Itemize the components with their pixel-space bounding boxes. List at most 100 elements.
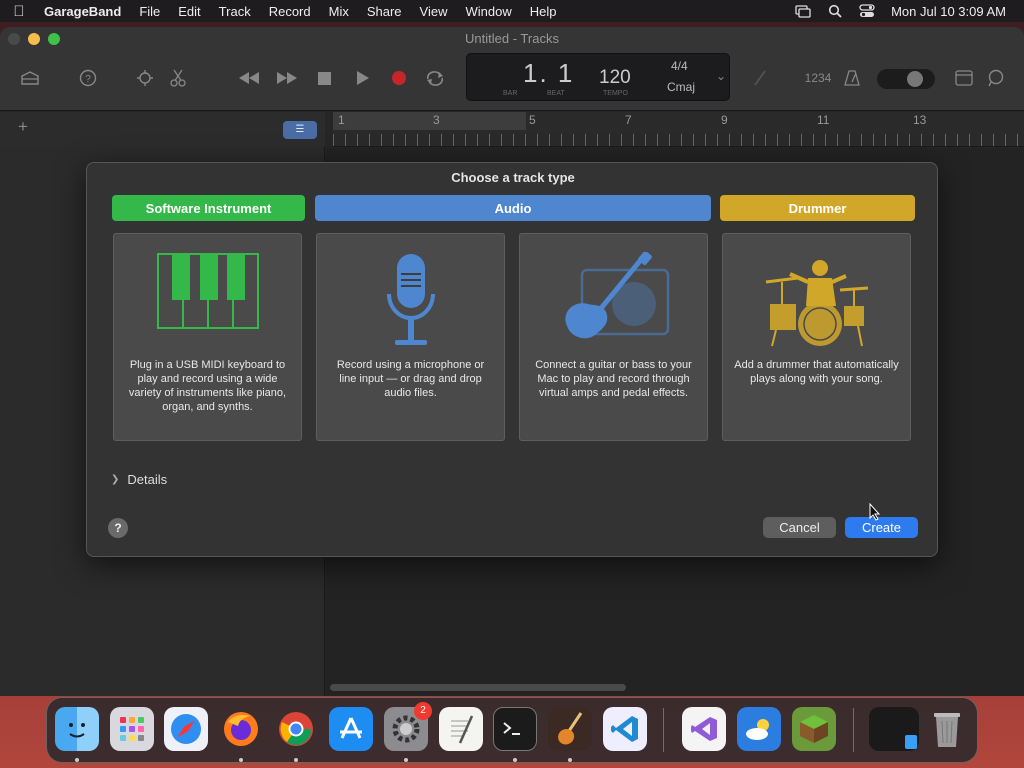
lcd-playhead-position: 1. 1 (523, 58, 575, 88)
visual-studio-icon[interactable] (682, 707, 726, 751)
cycle-region[interactable] (333, 112, 526, 130)
tuner-icon[interactable] (748, 67, 772, 89)
menu-app-name[interactable]: GarageBand (38, 4, 130, 19)
system-settings-icon[interactable]: 2 (384, 702, 432, 751)
dock-separator (663, 708, 664, 752)
menu-help[interactable]: Help (521, 4, 566, 19)
launchpad-icon[interactable] (110, 707, 154, 751)
add-track-icon[interactable]: + (18, 117, 28, 137)
guitar-amp-icon (564, 252, 669, 339)
app-store-icon[interactable] (329, 707, 373, 751)
lcd-time-signature[interactable]: 4/4 (671, 59, 688, 73)
running-indicator (568, 758, 572, 762)
weather-icon[interactable] (737, 707, 781, 751)
lcd-beat-label: BEAT (547, 90, 565, 97)
microphone-icon (386, 254, 435, 345)
menu-clock[interactable]: Mon Jul 10 3:09 AM (883, 4, 1024, 19)
apple-menu-icon[interactable]:  (0, 3, 38, 20)
running-indicator (294, 758, 298, 762)
details-label: Details (127, 472, 168, 487)
toolbar: Untitled - Tracks ? 1. 1 BAR BEAT 120 TE… (0, 27, 1024, 111)
recent-window-thumbnail[interactable] (869, 707, 919, 751)
dock-separator (853, 708, 854, 752)
card-software-instrument[interactable]: Plug in a USB MIDI keyboard to play and … (113, 233, 302, 441)
firefox-icon[interactable] (219, 707, 263, 751)
cycle-icon[interactable] (423, 67, 447, 89)
tab-software-instrument[interactable]: Software Instrument (112, 195, 305, 221)
loop-browser-icon[interactable] (984, 67, 1008, 89)
lcd-bar-label: BAR (503, 90, 518, 97)
card-description: Plug in a USB MIDI keyboard to play and … (128, 359, 287, 413)
terminal-icon[interactable] (493, 707, 537, 751)
choose-track-type-dialog: Choose a track type Software Instrument … (86, 162, 938, 557)
mouse-cursor-icon (869, 502, 881, 526)
chrome-icon[interactable] (274, 707, 318, 751)
smart-filter-icon[interactable]: ☰ (283, 121, 317, 139)
menu-edit[interactable]: Edit (169, 4, 209, 19)
dock: 2 (46, 697, 978, 763)
record-icon[interactable] (387, 67, 411, 89)
menu-window[interactable]: Window (457, 4, 521, 19)
vscode-icon[interactable] (603, 707, 647, 751)
card-microphone[interactable]: Record using a microphone or line input … (316, 233, 505, 441)
details-disclosure[interactable]: ❯ Details (111, 472, 167, 487)
master-volume-knob[interactable] (907, 71, 923, 87)
card-guitar-or-bass[interactable]: Connect a guitar or bass to your Mac to … (519, 233, 708, 441)
minecraft-icon[interactable] (792, 707, 836, 751)
trash-icon[interactable] (925, 707, 969, 751)
horizontal-scrollbar[interactable] (330, 684, 626, 691)
chevron-right-icon: ❯ (111, 474, 120, 485)
control-center-icon[interactable] (851, 4, 883, 18)
menu-record[interactable]: Record (260, 4, 320, 19)
tab-audio[interactable]: Audio (315, 195, 711, 221)
notification-badge: 2 (414, 702, 432, 720)
menu-track[interactable]: Track (210, 4, 260, 19)
menu-file[interactable]: File (130, 4, 169, 19)
library-icon[interactable] (18, 67, 42, 89)
drummer-icon (765, 260, 868, 347)
ruler-bar-number: 1 (338, 113, 345, 127)
tab-drummer[interactable]: Drummer (720, 195, 915, 221)
play-icon[interactable] (350, 67, 374, 89)
rewind-icon[interactable] (237, 67, 261, 89)
piano-keyboard-icon (156, 253, 259, 329)
screen-mirroring-icon[interactable] (787, 4, 819, 18)
card-description: Add a drummer that automatically plays a… (734, 359, 899, 385)
ruler-bar-number: 3 (433, 113, 440, 127)
card-description: Record using a microphone or line input … (336, 359, 485, 399)
lcd-display[interactable]: 1. 1 BAR BEAT 120 TEMPO 4/4 Cmaj ⌄ (466, 53, 730, 101)
menu-view[interactable]: View (411, 4, 457, 19)
menu-mix[interactable]: Mix (320, 4, 358, 19)
svg-text:?: ? (85, 74, 91, 85)
textedit-icon[interactable] (439, 707, 483, 751)
running-indicator (75, 758, 79, 762)
count-in-button[interactable]: 1234 (802, 67, 834, 89)
menu-bar:  GarageBand File Edit Track Record Mix … (0, 0, 1024, 22)
quick-help-icon[interactable]: ? (76, 67, 100, 89)
lcd-tempo[interactable]: 120 (599, 67, 631, 89)
ruler-bar-number: 11 (817, 113, 830, 127)
editors-scissors-icon[interactable] (166, 67, 190, 89)
lcd-chevron-down-icon[interactable]: ⌄ (716, 69, 726, 83)
metronome-icon[interactable] (840, 67, 864, 89)
stop-icon[interactable] (312, 67, 336, 89)
menu-share[interactable]: Share (358, 4, 411, 19)
fast-forward-icon[interactable] (275, 67, 299, 89)
timeline-ruler[interactable]: 1 3 5 7 9 11 13 (333, 112, 1024, 147)
card-drummer[interactable]: Add a drummer that automatically plays a… (722, 233, 911, 441)
master-volume-slider[interactable] (877, 69, 935, 89)
spotlight-search-icon[interactable] (819, 4, 851, 18)
ruler-bar-number: 9 (721, 113, 728, 127)
notepad-icon[interactable] (952, 67, 976, 89)
smart-controls-icon[interactable] (133, 67, 157, 89)
safari-icon[interactable] (164, 707, 208, 751)
ruler-bar-number: 13 (913, 113, 927, 127)
ruler-ticks (333, 134, 1024, 146)
cancel-button[interactable]: Cancel (763, 517, 836, 538)
lcd-key[interactable]: Cmaj (667, 80, 695, 94)
create-button[interactable]: Create (845, 517, 918, 538)
garageband-icon[interactable] (548, 707, 592, 751)
dialog-title: Choose a track type (451, 170, 575, 185)
dialog-help-button[interactable]: ? (108, 518, 128, 538)
finder-icon[interactable] (55, 707, 99, 751)
